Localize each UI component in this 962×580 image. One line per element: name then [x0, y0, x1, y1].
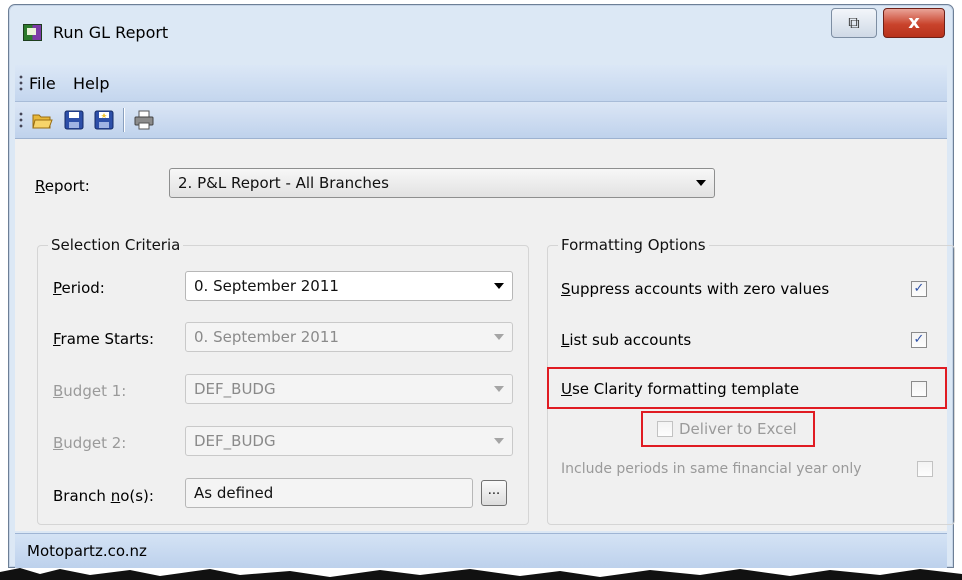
open-folder-icon[interactable] — [31, 109, 53, 131]
toolbar — [15, 102, 947, 139]
menu-help[interactable]: Help — [73, 74, 109, 93]
report-label: Report: — [35, 177, 90, 195]
clarity-template-label: Use Clarity formatting template — [561, 380, 800, 398]
print-icon[interactable] — [133, 109, 155, 131]
period-select[interactable]: 0. September 2011 — [185, 271, 513, 301]
checkmark-icon: ✓ — [913, 281, 925, 296]
window-title: Run GL Report — [53, 23, 169, 42]
dialog-content: Report: 2. P&L Report - All Branches Sel… — [15, 139, 955, 531]
deliver-to-excel-label: Deliver to Excel — [679, 420, 797, 438]
branch-value: As defined — [194, 484, 274, 502]
suppress-zero-label: Suppress accounts with zero values — [561, 280, 830, 298]
status-text: Motopartz.co.nz — [27, 542, 147, 560]
title-bar[interactable]: Run GL Report ⧉ x — [9, 5, 953, 53]
report-value: 2. P&L Report - All Branches — [178, 174, 389, 192]
budget-2-value: DEF_BUDG — [194, 432, 276, 450]
suppress-zero-checkbox[interactable]: ✓ — [911, 281, 927, 297]
chevron-down-icon — [494, 334, 504, 340]
branch-label: Branch no(s): — [53, 487, 154, 505]
period-value: 0. September 2011 — [194, 277, 339, 295]
budget-2-select[interactable]: DEF_BUDG — [185, 426, 513, 456]
chevron-down-icon — [494, 283, 504, 289]
deliver-to-excel-checkbox[interactable] — [657, 421, 673, 437]
toolbar-separator — [123, 108, 125, 132]
app-icon — [23, 24, 42, 41]
status-bar: Motopartz.co.nz — [15, 533, 947, 568]
branch-field[interactable]: As defined — [185, 478, 473, 508]
chevron-down-icon — [494, 386, 504, 392]
budget-1-label: Budget 1: — [53, 382, 127, 400]
menu-bar: File Help — [15, 65, 947, 102]
selection-criteria-title: Selection Criteria — [48, 236, 184, 254]
torn-edge-decoration — [0, 568, 962, 580]
chevron-down-icon — [696, 180, 706, 186]
toolbar-grip-icon — [19, 111, 23, 129]
frame-starts-select[interactable]: 0. September 2011 — [185, 322, 513, 352]
budget-1-value: DEF_BUDG — [194, 380, 276, 398]
checkmark-icon: ✓ — [913, 332, 925, 347]
close-button[interactable]: x — [883, 8, 945, 38]
include-periods-checkbox[interactable] — [917, 461, 933, 477]
clarity-template-checkbox[interactable] — [911, 381, 927, 397]
save-as-icon[interactable] — [93, 109, 115, 131]
budget-2-label: Budget 2: — [53, 434, 127, 452]
report-select[interactable]: 2. P&L Report - All Branches — [169, 168, 715, 198]
chevron-down-icon — [494, 438, 504, 444]
menu-file[interactable]: File — [29, 74, 56, 93]
frame-starts-value: 0. September 2011 — [194, 328, 339, 346]
save-icon[interactable] — [63, 109, 85, 131]
frame-starts-label: Frame Starts: — [53, 330, 155, 348]
include-periods-label: Include periods in same financial year o… — [561, 461, 862, 477]
formatting-options-title: Formatting Options — [558, 236, 709, 254]
list-sub-accounts-checkbox[interactable]: ✓ — [911, 332, 927, 348]
menu-grip-icon — [19, 74, 23, 92]
restore-button[interactable]: ⧉ — [831, 8, 877, 38]
period-label: Period: — [53, 279, 105, 297]
branch-browse-button[interactable]: ... — [481, 480, 507, 506]
budget-1-select[interactable]: DEF_BUDG — [185, 374, 513, 404]
report-window: Run GL Report ⧉ x File Help Report: 2. P… — [8, 4, 955, 568]
list-sub-accounts-label: List sub accounts — [561, 331, 692, 349]
